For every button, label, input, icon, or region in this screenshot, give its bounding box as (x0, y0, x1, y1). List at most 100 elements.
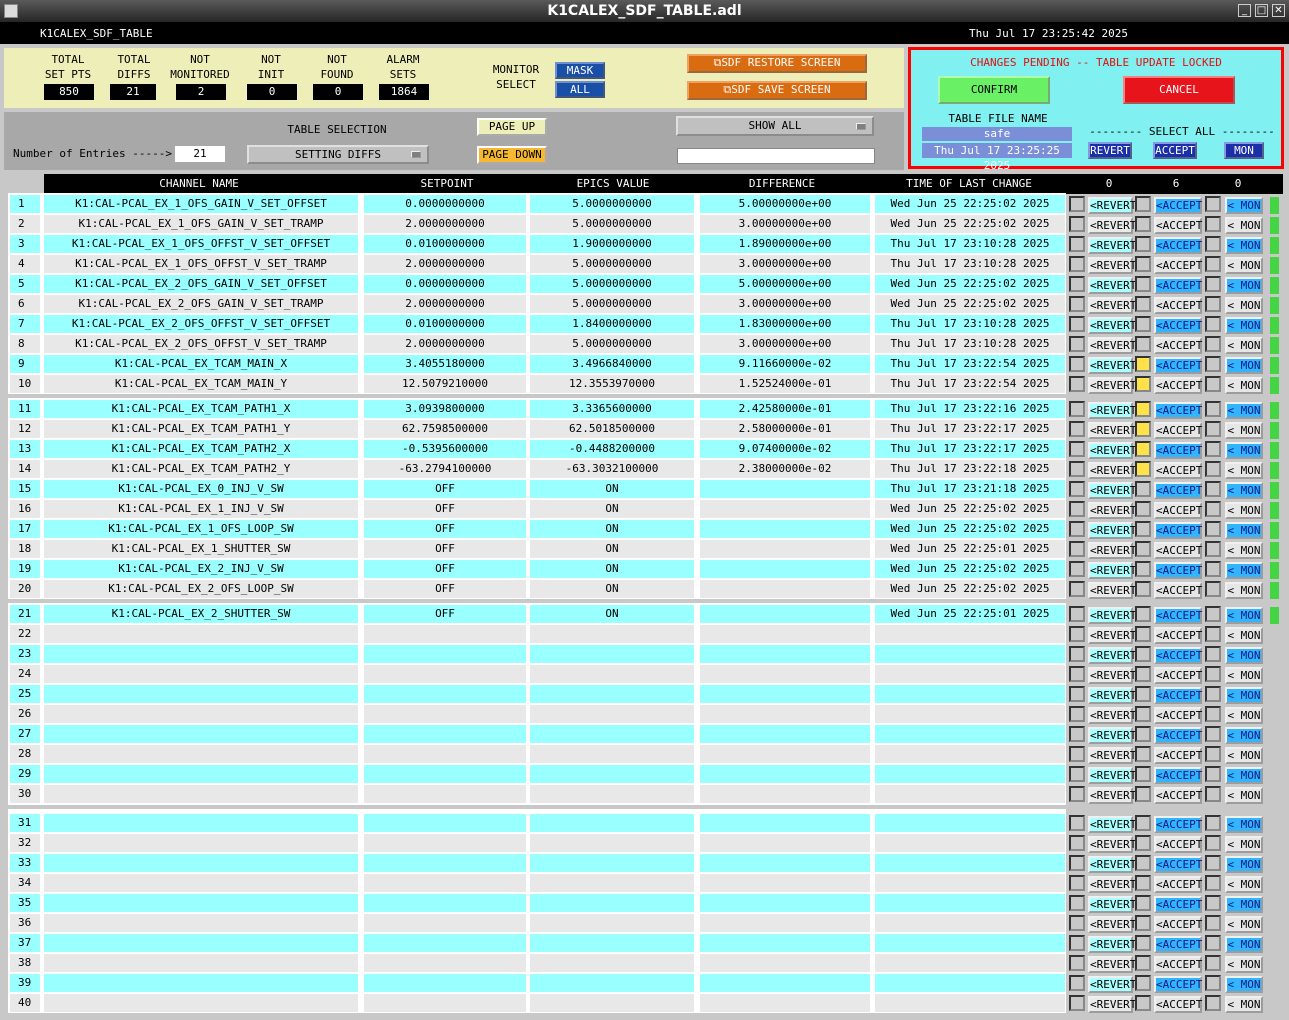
revert-button[interactable]: <REVERT (1088, 522, 1136, 539)
mon-checkbox[interactable] (1205, 541, 1221, 557)
revert-button[interactable]: <REVERT (1088, 197, 1136, 214)
revert-checkbox[interactable] (1069, 541, 1085, 557)
revert-button[interactable]: <REVERT (1088, 377, 1136, 394)
revert-checkbox[interactable] (1069, 646, 1085, 662)
mon-button[interactable]: < MON (1225, 582, 1263, 599)
accept-button[interactable]: <ACCEPT (1154, 936, 1202, 953)
close-icon[interactable]: ✕ (1272, 4, 1285, 17)
revert-button[interactable]: <REVERT (1088, 996, 1136, 1013)
revert-button[interactable]: <REVERT (1088, 337, 1136, 354)
revert-checkbox[interactable] (1069, 216, 1085, 232)
revert-button[interactable]: <REVERT (1088, 816, 1136, 833)
mon-checkbox[interactable] (1205, 766, 1221, 782)
mon-button[interactable]: < MON (1225, 257, 1263, 274)
accept-button[interactable]: <ACCEPT (1154, 357, 1202, 374)
window-title-bar[interactable]: K1CALEX_SDF_TABLE.adl (0, 0, 1289, 22)
mon-checkbox[interactable] (1205, 316, 1221, 332)
accept-button[interactable]: <ACCEPT (1154, 707, 1202, 724)
revert-checkbox[interactable] (1069, 296, 1085, 312)
accept-button[interactable]: <ACCEPT (1154, 996, 1202, 1013)
mon-checkbox[interactable] (1205, 501, 1221, 517)
mon-button[interactable]: < MON (1225, 542, 1263, 559)
revert-checkbox[interactable] (1069, 746, 1085, 762)
accept-checkbox[interactable] (1135, 855, 1151, 871)
revert-checkbox[interactable] (1069, 706, 1085, 722)
accept-checkbox[interactable] (1135, 626, 1151, 642)
accept-button[interactable]: <ACCEPT (1154, 562, 1202, 579)
accept-checkbox[interactable] (1135, 276, 1151, 292)
accept-button[interactable]: <ACCEPT (1154, 442, 1202, 459)
revert-checkbox[interactable] (1069, 401, 1085, 417)
accept-button[interactable]: <ACCEPT (1154, 462, 1202, 479)
accept-checkbox[interactable] (1135, 461, 1151, 477)
revert-button[interactable]: <REVERT (1088, 297, 1136, 314)
accept-button[interactable]: <ACCEPT (1154, 542, 1202, 559)
revert-button[interactable]: <REVERT (1088, 627, 1136, 644)
revert-button[interactable]: <REVERT (1088, 767, 1136, 784)
revert-button[interactable]: <REVERT (1088, 217, 1136, 234)
mon-checkbox[interactable] (1205, 256, 1221, 272)
accept-button[interactable]: <ACCEPT (1154, 896, 1202, 913)
mon-button[interactable]: < MON (1225, 402, 1263, 419)
revert-checkbox[interactable] (1069, 915, 1085, 931)
mon-button[interactable]: < MON (1225, 767, 1263, 784)
accept-button[interactable]: <ACCEPT (1154, 502, 1202, 519)
mon-button[interactable]: < MON (1225, 856, 1263, 873)
monitor-all-button[interactable]: ALL (555, 81, 605, 98)
accept-button[interactable]: <ACCEPT (1154, 297, 1202, 314)
accept-button[interactable]: <ACCEPT (1154, 787, 1202, 804)
revert-button[interactable]: <REVERT (1088, 896, 1136, 913)
mon-button[interactable]: < MON (1225, 562, 1263, 579)
mon-checkbox[interactable] (1205, 421, 1221, 437)
revert-button[interactable]: <REVERT (1088, 237, 1136, 254)
revert-checkbox[interactable] (1069, 935, 1085, 951)
accept-checkbox[interactable] (1135, 581, 1151, 597)
select-all-revert-button[interactable]: REVERT (1088, 142, 1132, 159)
mon-button[interactable]: < MON (1225, 357, 1263, 374)
page-up-button[interactable]: PAGE UP (477, 118, 547, 136)
revert-button[interactable]: <REVERT (1088, 647, 1136, 664)
mon-checkbox[interactable] (1205, 481, 1221, 497)
mon-button[interactable]: < MON (1225, 996, 1263, 1013)
accept-button[interactable]: <ACCEPT (1154, 317, 1202, 334)
select-all-accept-button[interactable]: ACCEPT (1153, 142, 1197, 159)
accept-button[interactable]: <ACCEPT (1154, 377, 1202, 394)
accept-button[interactable]: <ACCEPT (1154, 217, 1202, 234)
select-all-mon-button[interactable]: MON (1224, 142, 1264, 159)
mon-button[interactable]: < MON (1225, 976, 1263, 993)
accept-button[interactable]: <ACCEPT (1154, 876, 1202, 893)
mon-button[interactable]: < MON (1225, 337, 1263, 354)
accept-button[interactable]: <ACCEPT (1154, 257, 1202, 274)
accept-checkbox[interactable] (1135, 421, 1151, 437)
accept-button[interactable]: <ACCEPT (1154, 647, 1202, 664)
revert-button[interactable]: <REVERT (1088, 976, 1136, 993)
revert-checkbox[interactable] (1069, 626, 1085, 642)
mon-button[interactable]: < MON (1225, 916, 1263, 933)
mon-checkbox[interactable] (1205, 356, 1221, 372)
revert-checkbox[interactable] (1069, 666, 1085, 682)
accept-checkbox[interactable] (1135, 356, 1151, 372)
accept-button[interactable]: <ACCEPT (1154, 197, 1202, 214)
accept-checkbox[interactable] (1135, 561, 1151, 577)
accept-checkbox[interactable] (1135, 815, 1151, 831)
revert-checkbox[interactable] (1069, 875, 1085, 891)
mon-button[interactable]: < MON (1225, 197, 1263, 214)
revert-button[interactable]: <REVERT (1088, 317, 1136, 334)
mon-button[interactable]: < MON (1225, 647, 1263, 664)
app-icon[interactable] (4, 4, 18, 18)
mon-checkbox[interactable] (1205, 561, 1221, 577)
mon-checkbox[interactable] (1205, 995, 1221, 1011)
mon-button[interactable]: < MON (1225, 422, 1263, 439)
mon-checkbox[interactable] (1205, 296, 1221, 312)
mon-button[interactable]: < MON (1225, 936, 1263, 953)
revert-checkbox[interactable] (1069, 256, 1085, 272)
mon-button[interactable]: < MON (1225, 816, 1263, 833)
revert-button[interactable]: <REVERT (1088, 462, 1136, 479)
mon-checkbox[interactable] (1205, 726, 1221, 742)
accept-button[interactable]: <ACCEPT (1154, 727, 1202, 744)
revert-button[interactable]: <REVERT (1088, 402, 1136, 419)
accept-checkbox[interactable] (1135, 236, 1151, 252)
mon-checkbox[interactable] (1205, 216, 1221, 232)
mon-button[interactable]: < MON (1225, 277, 1263, 294)
mon-button[interactable]: < MON (1225, 237, 1263, 254)
